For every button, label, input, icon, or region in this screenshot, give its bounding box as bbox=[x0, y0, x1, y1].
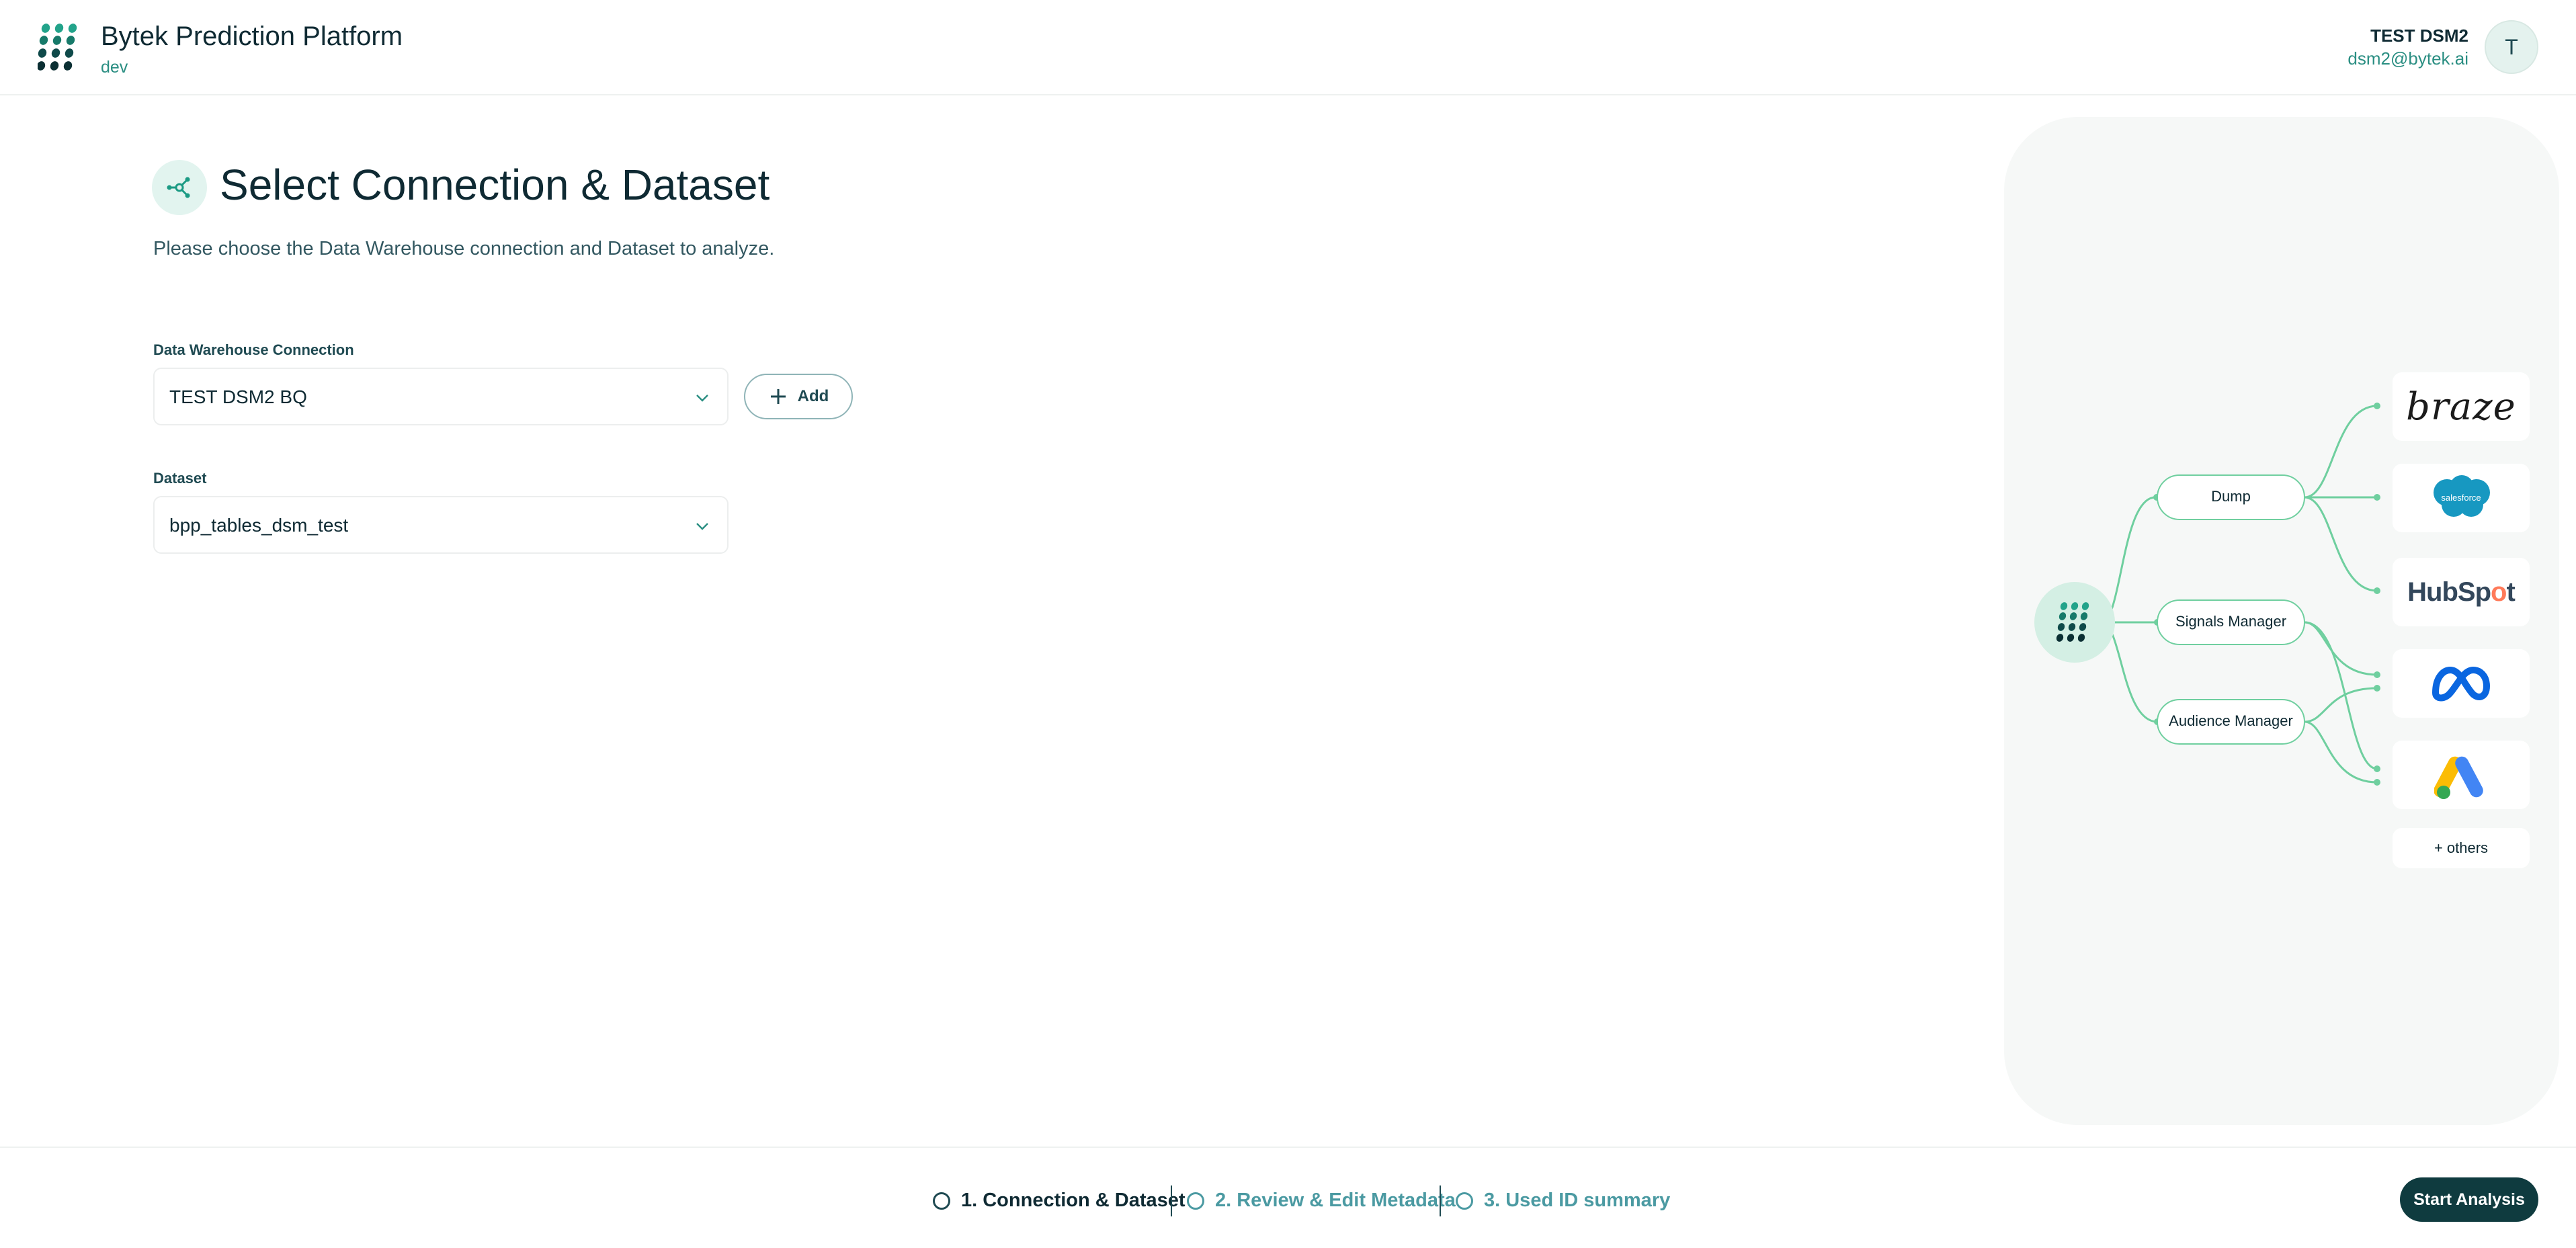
connection-select-value: TEST DSM2 BQ bbox=[169, 386, 307, 407]
step-connection-dataset[interactable]: 1. Connection & Dataset bbox=[933, 1190, 1186, 1212]
connection-select[interactable]: TEST DSM2 BQ bbox=[153, 368, 729, 425]
google-ads-logo-icon bbox=[2434, 756, 2483, 799]
others-card: + others bbox=[2393, 828, 2530, 868]
step-divider bbox=[1440, 1185, 1441, 1216]
dataset-select[interactable]: bpp_tables_dsm_test bbox=[153, 496, 729, 554]
step-label: 3. Used ID summary bbox=[1484, 1190, 1671, 1211]
audience-manager-node: Audience Manager bbox=[2169, 712, 2293, 729]
braze-logo-icon: braze bbox=[2406, 384, 2516, 429]
signals-manager-node: Signals Manager bbox=[2175, 613, 2287, 630]
braze-logo-card: braze bbox=[2393, 372, 2530, 441]
hubspot-logo-icon: HubSpot bbox=[2407, 577, 2516, 607]
step-circle-icon bbox=[1187, 1192, 1204, 1210]
svg-text:salesforce: salesforce bbox=[2441, 493, 2481, 503]
step-label: 2. Review & Edit Metadata bbox=[1215, 1190, 1456, 1211]
dump-node: Dump bbox=[2211, 488, 2251, 505]
salesforce-logo-icon: salesforce bbox=[2434, 475, 2490, 517]
user-name: TEST DSM2 bbox=[2370, 26, 2468, 46]
chevron-down-icon bbox=[696, 394, 708, 402]
step-used-id-summary[interactable]: 3. Used ID summary bbox=[1456, 1190, 1670, 1212]
salesforce-logo-card: salesforce bbox=[2393, 464, 2530, 532]
hub-circle bbox=[2034, 582, 2115, 663]
step-divider bbox=[1171, 1185, 1172, 1216]
meta-logo-icon bbox=[2432, 667, 2490, 702]
dataset-label: Dataset bbox=[153, 470, 207, 487]
step-circle-icon bbox=[1456, 1192, 1473, 1210]
meta-logo-card bbox=[2393, 649, 2530, 718]
bytek-logo-icon bbox=[38, 24, 77, 71]
user-avatar[interactable]: T bbox=[2485, 20, 2538, 74]
start-analysis-button[interactable]: Start Analysis bbox=[2400, 1177, 2538, 1222]
others-label: + others bbox=[2434, 839, 2489, 856]
add-label: Add bbox=[797, 387, 829, 405]
connection-label: Data Warehouse Connection bbox=[153, 341, 354, 358]
google-ads-logo-card bbox=[2393, 741, 2530, 809]
hubspot-logo-card: HubSpot bbox=[2393, 558, 2530, 626]
step-circle-icon bbox=[933, 1192, 950, 1210]
page-title: Select Connection & Dataset bbox=[220, 161, 770, 209]
connection-icon bbox=[152, 160, 207, 215]
environment-label: dev bbox=[101, 58, 128, 77]
page-subtitle: Please choose the Data Warehouse connect… bbox=[153, 238, 775, 259]
chevron-down-icon bbox=[696, 523, 708, 530]
dataset-select-value: bpp_tables_dsm_test bbox=[169, 515, 349, 536]
plus-icon bbox=[770, 389, 786, 404]
user-email: dsm2@bytek.ai bbox=[2348, 48, 2468, 69]
app-title: Bytek Prediction Platform bbox=[101, 22, 403, 51]
add-connection-button[interactable]: Add bbox=[744, 374, 853, 419]
step-label: 1. Connection & Dataset bbox=[961, 1190, 1186, 1211]
step-review-metadata[interactable]: 2. Review & Edit Metadata bbox=[1187, 1190, 1456, 1212]
top-header: Bytek Prediction Platform dev TEST DSM2 … bbox=[0, 0, 2576, 95]
